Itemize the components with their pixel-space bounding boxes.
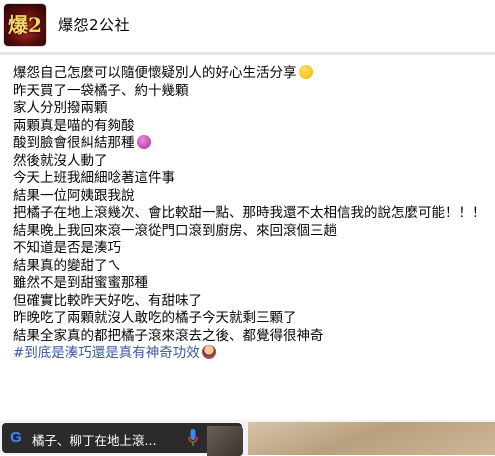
post-line: 不知道是否是湊巧 (13, 240, 121, 256)
post-line: #到底是湊巧還是真有神奇功效 (13, 345, 493, 363)
post-line: 家人分別撥兩顆 (13, 100, 108, 116)
page-header: 爆2 爆怨2公社 (0, 0, 495, 52)
google-search-bar[interactable]: G 橘子、柳丁在地上滾... (2, 423, 243, 456)
post-line: 酸到臉會很糾結那種 (13, 135, 493, 153)
post-line: 結果全家真的都把橘子滾來滾去之後、都覺得很神奇 (13, 327, 324, 344)
post-body: 爆怨自己怎麼可以隨便懷疑別人的好心生活分享 昨天買了一袋橘子、約十幾顆 家人分別… (13, 65, 493, 363)
microphone-icon[interactable] (188, 429, 198, 447)
post-line: 結果真的變甜了ㄟ (13, 257, 121, 274)
page-name-link[interactable]: 爆怨2公社 (58, 14, 130, 35)
result-thumbnail[interactable] (207, 426, 243, 456)
photo-thumbnail[interactable] (248, 422, 495, 455)
post-line: 兩顆真是喵的有夠酸 (13, 117, 135, 134)
post-line: 然後就沒人動了 (13, 152, 108, 169)
post-line: 結果一位阿姨跟我說 (13, 187, 135, 204)
post-line: 昨天買了一袋橘子、約十幾顆 (13, 82, 189, 99)
avatar-logo-text: 爆2 (8, 13, 42, 37)
post-line: 昨晚吃了兩顆就沒人敢吃的橘子今天就剩三顆了 (13, 310, 297, 326)
grinning-face-icon (298, 65, 313, 79)
person-gesturing-icon (201, 345, 216, 359)
post-line: 但確實比較昨天好吃、有甜味了 (13, 292, 202, 309)
bottom-strip: G 橘子、柳丁在地上滾... (0, 420, 495, 456)
post-line: 爆怨自己怎麼可以隨便懷疑別人的好心生活分享 (13, 65, 493, 83)
page-avatar[interactable]: 爆2 (4, 4, 46, 46)
post-line: 雖然不是到甜蜜蜜那種 (13, 275, 148, 291)
post-line: 今天上班我細細唸著這件事 (13, 170, 175, 186)
hashtag-link[interactable]: #到底是湊巧還是真有神奇功效 (13, 345, 200, 361)
post-line: 把橘子在地上滾幾次、會比較甜一點、那時我還不太相信我的說怎麼可能！！！ (13, 205, 486, 221)
search-query-text[interactable]: 橘子、柳丁在地上滾... (32, 430, 182, 449)
header-divider (0, 52, 495, 55)
google-g-icon: G (10, 429, 22, 446)
post-line: 結果晚上我回來滾一滾從門口滾到廚房、來回滾個三趟 (13, 222, 337, 239)
confounded-face-icon (136, 135, 151, 149)
